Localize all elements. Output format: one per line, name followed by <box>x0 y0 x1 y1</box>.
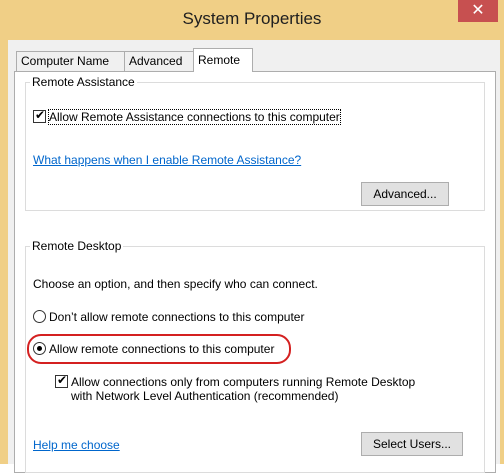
checkmark-icon: ✔ <box>35 108 46 122</box>
nla-checkbox[interactable]: ✔ Allow connections only from computers r… <box>55 373 416 389</box>
dialog-client-area: Computer Name Advanced Remote Remote Ass… <box>8 40 500 473</box>
help-me-choose-link[interactable]: Help me choose <box>33 438 120 452</box>
close-button[interactable]: ✕ <box>458 0 498 22</box>
dont-allow-radio[interactable]: Don’t allow remote connections to this c… <box>33 310 304 324</box>
advanced-button[interactable]: Advanced... <box>361 182 449 206</box>
checkmark-icon: ✔ <box>57 373 68 387</box>
window-title: System Properties <box>182 9 322 28</box>
allow-remote-assistance-checkbox[interactable]: ✔ Allow Remote Assistance connections to … <box>33 108 341 125</box>
close-icon: ✕ <box>471 2 485 19</box>
remote-assistance-help-link[interactable]: What happens when I enable Remote Assist… <box>33 153 301 167</box>
dont-allow-label: Don’t allow remote connections to this c… <box>49 310 305 324</box>
allow-remote-connections-radio[interactable]: Allow remote connections to this compute… <box>33 342 274 356</box>
tab-remote[interactable]: Remote <box>193 48 253 72</box>
remote-assistance-legend: Remote Assistance <box>32 75 135 89</box>
nla-label-line1: Allow connections only from computers ru… <box>71 375 416 389</box>
radio-button-selected[interactable] <box>33 342 46 355</box>
checkbox-box[interactable]: ✔ <box>55 373 68 388</box>
remote-tab-panel: Remote Assistance ✔ Allow Remote Assistan… <box>14 71 496 473</box>
select-users-button[interactable]: Select Users... <box>361 432 463 456</box>
title-bar: System Properties ✕ <box>0 0 504 40</box>
tab-computer-name[interactable]: Computer Name <box>16 51 130 71</box>
checkbox-box[interactable]: ✔ <box>33 108 46 123</box>
allow-remote-assistance-label: Allow Remote Assistance connections to t… <box>48 109 341 125</box>
system-properties-window: System Properties ✕ Computer Name Advanc… <box>0 0 504 473</box>
remote-desktop-legend: Remote Desktop <box>32 239 122 253</box>
radio-button[interactable] <box>33 310 46 323</box>
tab-advanced[interactable]: Advanced <box>124 51 198 71</box>
remote-desktop-instructions: Choose an option, and then specify who c… <box>33 277 318 291</box>
radio-dot-icon <box>37 346 42 351</box>
nla-label-line2: with Network Level Authentication (recom… <box>71 389 339 403</box>
allow-remote-connections-label: Allow remote connections to this compute… <box>49 342 275 356</box>
